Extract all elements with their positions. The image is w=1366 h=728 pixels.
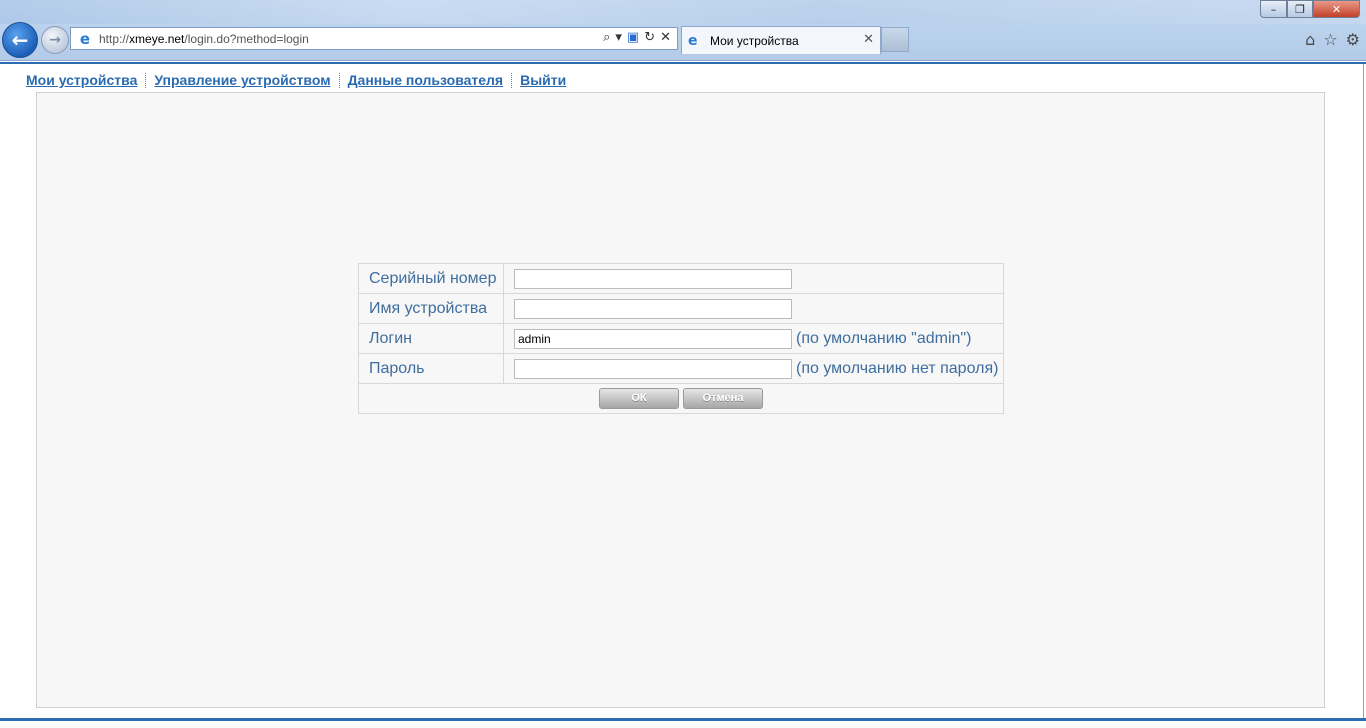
address-bar[interactable]: e http://xmeye.net/login.do?method=login… [70,27,678,50]
nav-device-management[interactable]: Управление устройством [154,72,330,88]
form-row-login: Логин (по умолчанию "admin") [358,323,1004,354]
password-hint: (по умолчанию нет пароля) [796,359,999,377]
back-button[interactable]: ← [2,22,38,58]
login-input[interactable] [514,328,792,349]
url-scheme: http:// [99,31,130,46]
password-input[interactable] [514,358,792,379]
serial-number-input[interactable] [514,268,792,289]
refresh-icon[interactable]: ↻ [644,30,655,45]
nav-separator [145,72,147,88]
password-label: Пароль [358,353,504,384]
maximize-button[interactable]: ❐ [1287,0,1313,18]
login-label: Логин [358,323,504,354]
add-device-form: Серийный номер Имя устройства Логин (по … [358,263,1004,414]
browser-chrome: – ❐ ✕ ← → e http://xmeye.net/login.do?me… [0,0,1366,61]
nav-user-data[interactable]: Данные пользователя [348,72,504,88]
compatibility-view-icon[interactable]: ▣ [627,30,639,45]
tab-close-icon[interactable]: ✕ [863,32,874,47]
stop-icon[interactable]: ✕ [660,30,671,45]
close-window-button[interactable]: ✕ [1313,0,1360,18]
nav-separator [338,72,340,88]
title-bar [0,0,1366,24]
cancel-button[interactable]: Отмена [683,388,763,409]
ie-logo-icon: e [79,29,91,48]
nav-logout[interactable]: Выйти [520,72,566,88]
ie-logo-icon: e [688,32,698,49]
new-tab-button[interactable] [881,27,909,52]
page-top-rule [0,62,1366,64]
device-name-input[interactable] [514,298,792,319]
url-path: /login.do?method=login [184,31,309,46]
minimize-button[interactable]: – [1260,0,1287,18]
dropdown-icon[interactable]: ▾ [615,30,622,45]
nav-my-devices[interactable]: Мои устройства [26,72,137,88]
form-row-device-name: Имя устройства [358,293,1004,324]
top-nav: Мои устройства Управление устройством Да… [26,72,566,88]
form-row-password: Пароль (по умолчанию нет пароля) [358,353,1004,384]
search-icon[interactable]: ⌕ [603,30,610,45]
forward-button[interactable]: → [41,26,69,54]
browser-tools: ⌂ ☆ ⚙ [1305,30,1360,49]
favorites-icon[interactable]: ☆ [1323,30,1337,49]
device-name-label: Имя устройства [358,293,504,324]
address-tools: ⌕ ▾ ▣ ↻ ✕ [603,30,671,45]
url-text[interactable]: http://xmeye.net/login.do?method=login [99,32,309,46]
ok-button[interactable]: ОК [599,388,679,409]
url-host: xmeye.net [129,31,185,46]
tab-title: Мои устройства [710,33,799,48]
arrow-right-icon: → [49,32,61,48]
tab-active[interactable]: e Мои устройства ✕ [681,26,881,54]
serial-label: Серийный номер [358,263,504,294]
login-hint: (по умолчанию "admin") [796,329,972,347]
window-controls: – ❐ ✕ [1260,0,1360,18]
form-buttons-row: ОК Отмена [358,383,1004,414]
form-row-serial: Серийный номер [358,263,1004,294]
page-bottom-rule [0,718,1366,721]
home-icon[interactable]: ⌂ [1305,30,1315,49]
settings-icon[interactable]: ⚙ [1346,30,1360,49]
page-right-edge [1363,64,1364,718]
nav-separator [511,72,513,88]
arrow-left-icon: ← [11,28,29,52]
